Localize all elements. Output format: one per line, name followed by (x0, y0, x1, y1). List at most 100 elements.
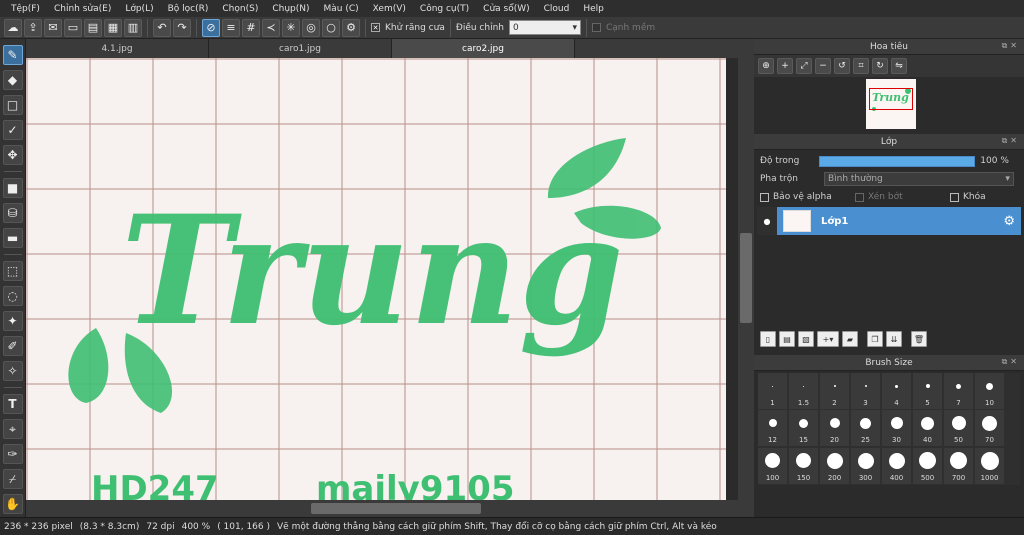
new-document-icon[interactable]: ▭ (64, 18, 82, 37)
brush-size-cell[interactable]: 200 (820, 447, 849, 484)
brush-size-cell[interactable]: 50 (944, 410, 973, 447)
menu-item-10[interactable]: Cloud (537, 4, 577, 14)
duplicate-layer-icon[interactable]: ❐ (867, 331, 883, 347)
layer-item[interactable]: ● Lớp1 ⚙ (757, 207, 1021, 235)
brush-size-cell[interactable]: 25 (851, 410, 880, 447)
new-folder-icon[interactable]: ▰ (842, 331, 858, 347)
menu-item-9[interactable]: Cửa sổ(W) (476, 4, 536, 14)
ruler-settings-icon[interactable]: ⚙ (342, 18, 360, 37)
vertical-scroll-thumb[interactable] (740, 233, 752, 323)
menu-item-5[interactable]: Chụp(N) (265, 4, 316, 14)
zoom-out-icon[interactable]: − (815, 58, 831, 74)
save-file-icon[interactable]: ▦ (104, 18, 122, 37)
drawing-canvas[interactable]: Trung HD247 maily9105 (26, 58, 726, 500)
brush-size-cell[interactable]: 20 (820, 410, 849, 447)
menu-item-7[interactable]: Xem(V) (366, 4, 413, 14)
brush-size-cell[interactable]: 10 (975, 373, 1004, 409)
menu-item-11[interactable]: Help (576, 4, 611, 14)
select-pen-tool-icon[interactable]: ✐ (2, 336, 23, 356)
hand-tool-icon[interactable]: ✋ (2, 494, 23, 514)
parallel-ruler-icon[interactable]: ≡ (222, 18, 240, 37)
rotate-right-icon[interactable]: ↻ (872, 58, 888, 74)
opacity-slider[interactable] (819, 155, 976, 167)
concentric-ruler-icon[interactable]: ◎ (302, 18, 320, 37)
menu-item-0[interactable]: Tệp(F) (4, 4, 47, 14)
brush-size-cell[interactable]: 2 (820, 373, 849, 409)
horizontal-scroll-thumb[interactable] (311, 503, 481, 514)
new-layer-icon[interactable]: ▯ (760, 331, 776, 347)
merge-layer-icon[interactable]: ⇊ (886, 331, 902, 347)
smooth-edge-checkbox[interactable] (591, 23, 601, 32)
new-vector-layer-icon[interactable]: ▧ (798, 331, 814, 347)
brush-size-cell[interactable]: 700 (944, 447, 973, 484)
select-eraser-tool-icon[interactable]: ✧ (2, 361, 23, 381)
horizontal-scrollbar[interactable] (26, 500, 754, 517)
gear-icon[interactable]: ⚙ (1003, 214, 1015, 229)
vertical-scrollbar[interactable] (738, 58, 754, 500)
panel-window-icon[interactable]: ⧉✕ (1002, 136, 1020, 146)
lasso-tool-icon[interactable]: ◌ (2, 286, 23, 306)
menu-item-6[interactable]: Màu (C) (317, 4, 366, 14)
brush-tool-icon[interactable]: ✎ (2, 45, 23, 65)
export-icon[interactable]: ⇪ (24, 18, 42, 37)
brush-size-cell[interactable]: 1 (758, 373, 787, 409)
gradient-tool-icon[interactable]: ▬ (2, 228, 23, 248)
new-raster-layer-icon[interactable]: ▤ (779, 331, 795, 347)
brush-size-cell[interactable]: 70 (975, 410, 1004, 447)
menu-item-4[interactable]: Chọn(S) (215, 4, 265, 14)
open-file-icon[interactable]: ▤ (84, 18, 102, 37)
no-ruler-icon[interactable]: ⊘ (202, 18, 220, 37)
brush-size-cell[interactable]: 3 (851, 373, 880, 409)
brush-size-cell[interactable]: 1.5 (789, 373, 818, 409)
brush-size-cell[interactable]: 40 (913, 410, 942, 447)
undo-icon[interactable]: ↶ (153, 18, 171, 37)
fit-window-icon[interactable]: ⤢ (796, 58, 812, 74)
rotate-left-icon[interactable]: ↺ (834, 58, 850, 74)
redo-icon[interactable]: ↷ (173, 18, 191, 37)
perspective-ruler-icon[interactable]: ≺ (262, 18, 280, 37)
rectangle-tool-icon[interactable]: □ (2, 95, 23, 115)
chat-icon[interactable]: ✉ (44, 18, 62, 37)
tab-4-1-jpg[interactable]: 4.1.jpg (26, 39, 209, 58)
blend-mode-select[interactable]: Bình thường ▾ (823, 172, 1014, 186)
brush-size-cell[interactable]: 100 (758, 447, 787, 484)
move-tool-icon[interactable]: ✥ (2, 145, 23, 165)
brush-size-cell[interactable]: 5 (913, 373, 942, 409)
menu-item-1[interactable]: Chỉnh sửa(E) (47, 4, 118, 14)
tab-caro1-jpg[interactable]: caro1.jpg (209, 39, 392, 58)
clip-checkbox[interactable] (855, 192, 864, 202)
brush-size-cell[interactable]: 300 (851, 447, 880, 484)
line-tool-icon[interactable]: ✓ (2, 120, 23, 140)
menu-item-3[interactable]: Bộ lọc(R) (161, 4, 216, 14)
lock-checkbox[interactable] (950, 192, 959, 202)
panel-window-icon[interactable]: ⧉✕ (1002, 41, 1020, 51)
layers-icon[interactable]: ▥ (124, 18, 142, 37)
tab-caro2-jpg[interactable]: caro2.jpg (392, 39, 575, 58)
zoom-icon[interactable]: ⊕ (758, 58, 774, 74)
brush-size-cell[interactable]: 15 (789, 410, 818, 447)
delete-layer-icon[interactable]: 🗑 (911, 331, 927, 347)
brush-size-cell[interactable]: 12 (758, 410, 787, 447)
canvas-area[interactable]: Trung HD247 maily9105 (26, 58, 738, 500)
text-tool-icon[interactable]: T (2, 394, 23, 414)
layer-visibility-icon[interactable]: ● (757, 207, 777, 235)
add-layer-menu-icon[interactable]: +▾ (817, 331, 839, 347)
grid-ruler-icon[interactable]: # (242, 18, 260, 37)
reset-view-icon[interactable]: ⌗ (853, 58, 869, 74)
brush-size-cell[interactable]: 500 (913, 447, 942, 484)
brush-size-cell[interactable]: 150 (789, 447, 818, 484)
circle-ruler-icon[interactable]: ○ (322, 18, 340, 37)
zoom-in-icon[interactable]: + (777, 58, 793, 74)
panel-window-icon[interactable]: ⧉✕ (1002, 357, 1020, 367)
navigator-view-rect[interactable] (869, 88, 913, 110)
brush-size-cell[interactable]: 7 (944, 373, 973, 409)
brush-size-cell[interactable]: 1000 (975, 447, 1004, 484)
brush-size-cell[interactable]: 400 (882, 447, 911, 484)
bucket-tool-icon[interactable]: ⛁ (2, 203, 23, 223)
navigator-preview[interactable]: Trung (866, 79, 916, 129)
antialias-checkbox[interactable]: ✕ (371, 23, 380, 32)
brush-size-cell[interactable]: 30 (882, 410, 911, 447)
rect-select-tool-icon[interactable]: ⬚ (2, 261, 23, 281)
cloud-icon[interactable]: ☁ (4, 18, 22, 37)
divide-tool-icon[interactable]: ⌖ (2, 419, 23, 439)
